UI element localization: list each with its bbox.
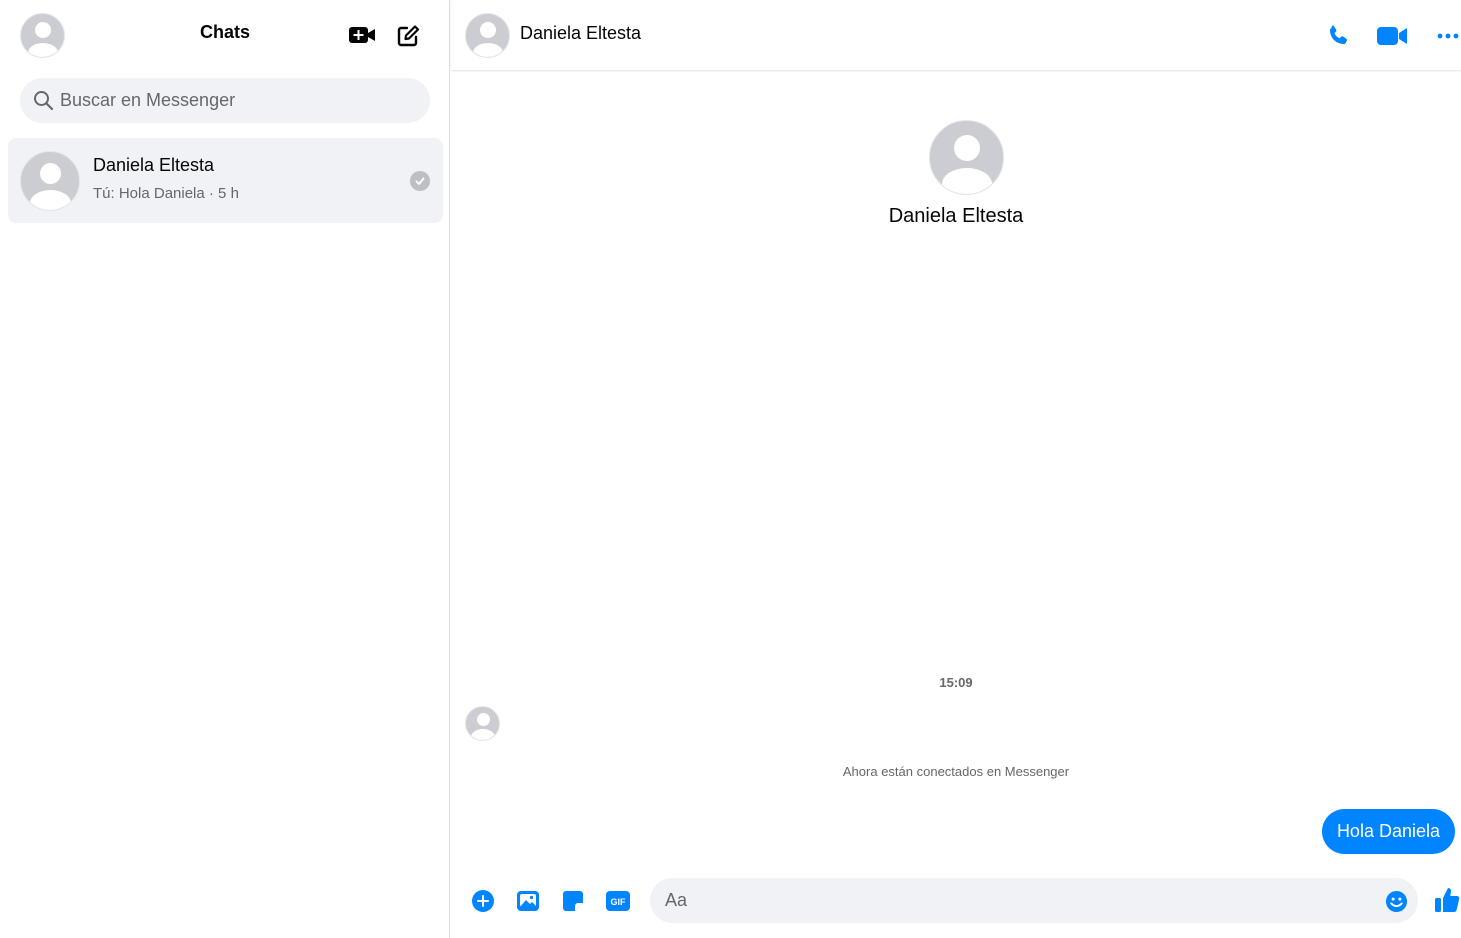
- compose-icon: [397, 25, 420, 47]
- more-actions-button[interactable]: [469, 887, 496, 914]
- more-options-button[interactable]: [1434, 21, 1461, 51]
- svg-text:GIF: GIF: [611, 897, 627, 907]
- header-contact-name[interactable]: Daniela Eltesta: [520, 23, 641, 44]
- messenger-app: Chats Buscar en Messenger Daniela Eltest…: [0, 0, 1461, 938]
- video-call-button[interactable]: [1375, 21, 1409, 51]
- profile-name: Daniela Eltesta: [888, 205, 1024, 227]
- sidebar-header: Chats: [0, 0, 450, 70]
- search-icon: [34, 91, 54, 111]
- like-button[interactable]: [1433, 885, 1461, 915]
- plus-circle-icon: [471, 889, 494, 912]
- more-dots-icon: [1437, 33, 1459, 39]
- emoji-icon: [1385, 890, 1407, 912]
- thumbs-up-icon: [1435, 888, 1460, 912]
- connection-notice: Ahora están conectados en Messenger: [842, 764, 1070, 779]
- sticker-icon: [562, 890, 583, 911]
- call-button[interactable]: [1323, 21, 1353, 51]
- phone-icon: [1329, 25, 1348, 45]
- chat-last-message: Tú: Hola Daniela · 5 h: [93, 185, 239, 202]
- gif-button[interactable]: GIF: [603, 887, 633, 914]
- conversation-header: Daniela Eltesta: [451, 0, 1461, 70]
- header-avatar[interactable]: [465, 13, 510, 58]
- gif-icon: GIF: [606, 890, 630, 911]
- my-avatar[interactable]: [20, 13, 65, 58]
- chats-sidebar: Chats Buscar en Messenger Daniela Eltest…: [0, 0, 450, 938]
- emoji-button[interactable]: [1383, 888, 1409, 914]
- message-composer: [650, 878, 1418, 923]
- contact-small-avatar: [465, 706, 500, 741]
- chat-contact-name: Daniela Eltesta: [93, 155, 215, 175]
- sticker-button[interactable]: [559, 887, 586, 914]
- profile-avatar: [929, 120, 1004, 195]
- video-plus-icon: [349, 27, 375, 43]
- new-room-button[interactable]: [346, 22, 378, 48]
- new-message-button[interactable]: [394, 22, 422, 50]
- search-bar: [20, 78, 430, 123]
- image-icon: [516, 890, 539, 911]
- sidebar-title: Chats: [199, 22, 250, 42]
- conversation-panel: Daniela Eltesta Daniela Eltesta 15:09 Ah…: [451, 0, 1461, 938]
- attach-image-button[interactable]: [514, 887, 541, 914]
- read-check-icon: [410, 171, 430, 191]
- message-input[interactable]: [665, 878, 1365, 923]
- video-icon: [1377, 27, 1407, 45]
- chat-list-item[interactable]: Daniela Eltesta Tú: Hola Daniela · 5 h: [8, 138, 443, 223]
- message-timestamp: 15:09: [939, 675, 973, 690]
- search-input[interactable]: [60, 78, 420, 123]
- contact-avatar: [20, 151, 80, 211]
- outgoing-message-bubble[interactable]: Hola Daniela: [1321, 809, 1455, 854]
